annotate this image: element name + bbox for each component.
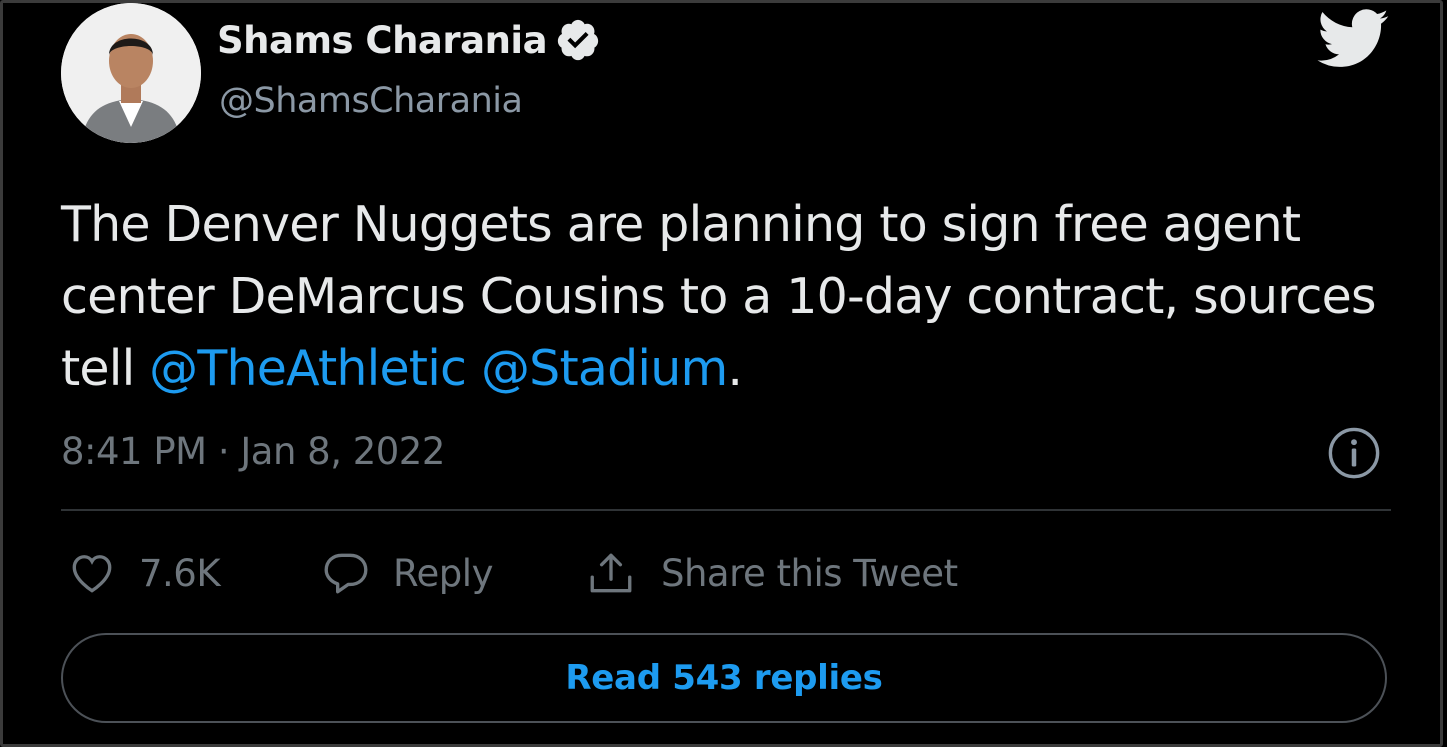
twitter-bird-icon[interactable]: [1316, 9, 1391, 69]
mention-theathletic-link[interactable]: @TheAthletic: [149, 340, 467, 397]
info-icon[interactable]: [1327, 426, 1381, 480]
author-name-row: Shams Charania: [217, 17, 601, 63]
author-name[interactable]: Shams Charania: [217, 19, 548, 62]
share-label: Share this Tweet: [661, 551, 958, 595]
share-button[interactable]: Share this Tweet: [583, 548, 958, 598]
avatar[interactable]: [61, 3, 201, 143]
tweet-card: Shams Charania @ShamsCharania The Denver…: [0, 0, 1443, 747]
read-replies-button[interactable]: Read 543 replies: [61, 633, 1387, 723]
like-button[interactable]: 7.6K: [67, 548, 221, 598]
mention-stadium-link[interactable]: @Stadium: [481, 340, 728, 397]
tweet-timestamp[interactable]: 8:41 PM · Jan 8, 2022: [61, 430, 445, 473]
avatar-photo: [61, 3, 201, 143]
tweet-end-punctuation: .: [727, 340, 743, 397]
author-handle[interactable]: @ShamsCharania: [219, 81, 523, 121]
reply-label: Reply: [393, 551, 493, 595]
like-count: 7.6K: [139, 551, 221, 595]
tweet-spacer: [466, 340, 481, 397]
verified-badge-icon: [557, 19, 599, 61]
reply-button[interactable]: Reply: [321, 548, 493, 598]
speech-bubble-icon: [324, 553, 368, 594]
share-upload-icon: [590, 553, 632, 593]
read-replies-label: Read 543 replies: [565, 658, 883, 698]
tweet-text: The Denver Nuggets are planning to sign …: [61, 189, 1381, 405]
divider: [61, 509, 1391, 511]
heart-icon: [72, 555, 112, 593]
